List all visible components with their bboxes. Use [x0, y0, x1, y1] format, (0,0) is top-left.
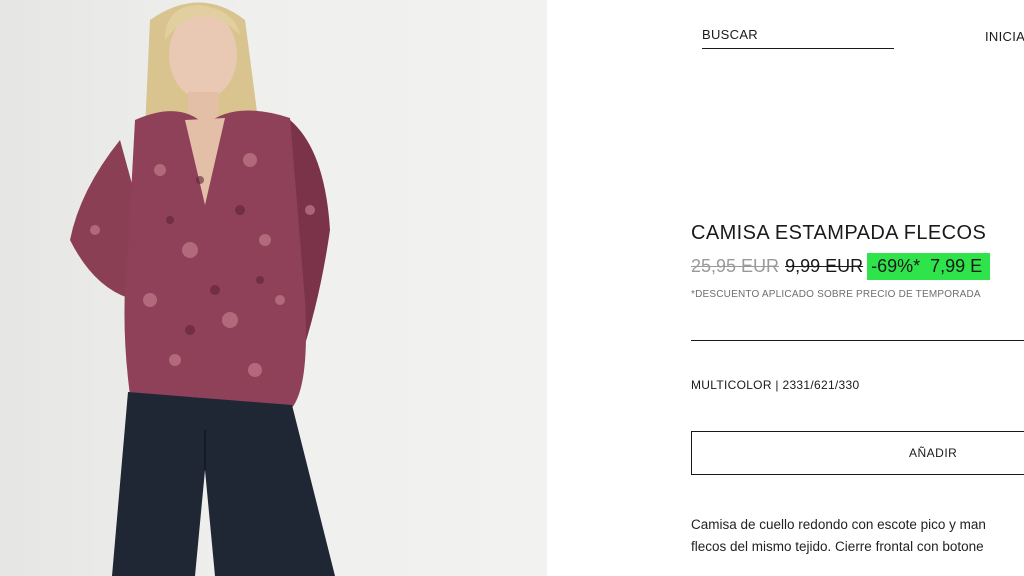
product-title: CAMISA ESTAMPADA FLECOS	[691, 222, 987, 244]
model-illustration	[70, 2, 335, 576]
add-to-cart-button[interactable]: AÑADIR	[691, 431, 1024, 475]
color-reference: MULTICOLOR | 2331/621/330	[691, 378, 860, 392]
description-line: Camisa de cuello redondo con escote pico…	[691, 517, 986, 532]
description-line: flecos del mismo tejido. Cierre frontal …	[691, 539, 984, 554]
search-input[interactable]: BUSCAR	[702, 26, 894, 49]
discount-badge: -69%*	[867, 252, 925, 280]
product-photo[interactable]	[0, 0, 547, 576]
product-panel: BUSCAR INICIA CAMISA ESTAMPADA FLECOS 25…	[547, 0, 1024, 576]
final-price: 7,99 E	[924, 252, 991, 280]
search-label: BUSCAR	[702, 27, 758, 42]
original-price: 25,95 EUR	[691, 255, 780, 276]
discount-note: *DESCUENTO APLICADO SOBRE PRECIO DE TEMP…	[691, 289, 981, 300]
previous-price: 9,99 EUR	[785, 255, 864, 276]
price-row: 25,95 EUR 9,99 EUR -69%* 7,99 E	[691, 251, 991, 281]
login-link[interactable]: INICIA	[985, 29, 1024, 44]
product-description: Camisa de cuello redondo con escote pico…	[691, 514, 1024, 558]
divider	[691, 340, 1024, 341]
